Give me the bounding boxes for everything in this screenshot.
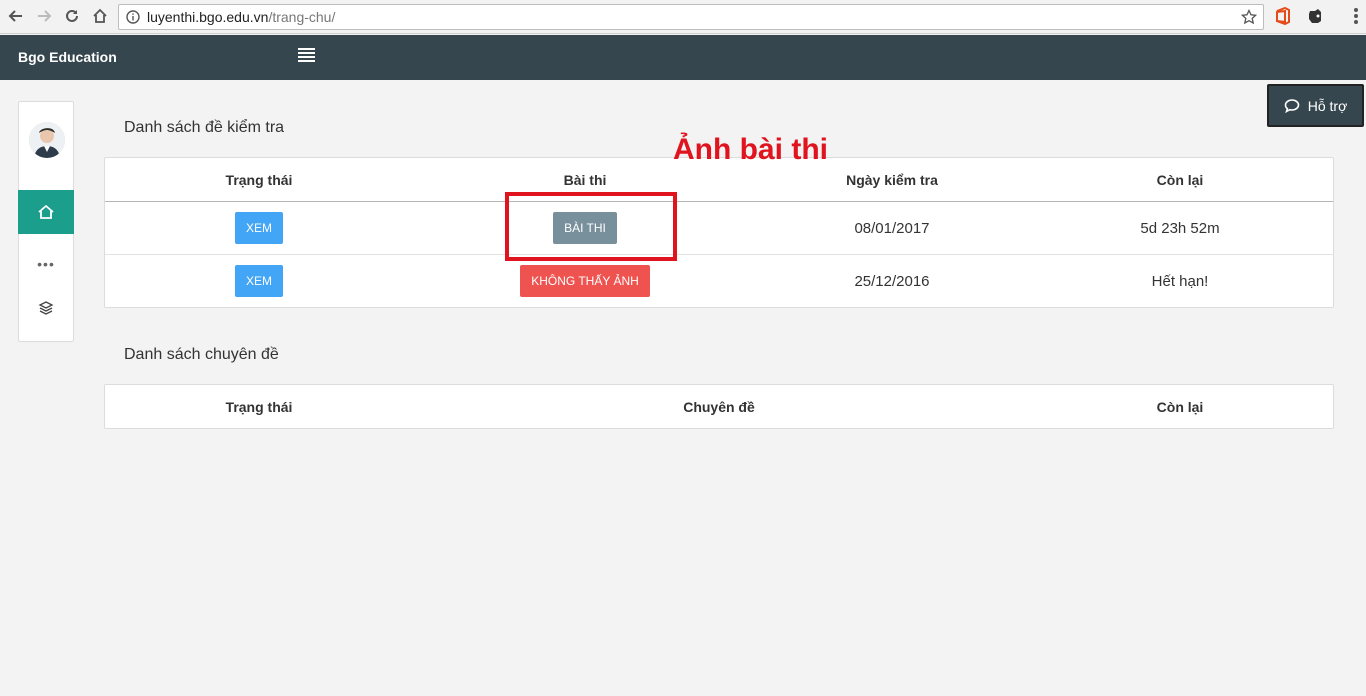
hamburger-menu-icon[interactable] [298, 48, 315, 62]
forward-button[interactable] [34, 6, 54, 26]
support-button[interactable]: Hỗ trợ [1267, 84, 1364, 127]
support-label: Hỗ trợ [1307, 97, 1348, 114]
url-path: /trang-chu/ [268, 9, 336, 25]
more-dots-icon: ••• [37, 256, 55, 272]
col-header-remaining: Còn lại [1156, 172, 1204, 188]
arrow-left-icon [8, 10, 22, 22]
back-button[interactable] [6, 6, 26, 26]
remaining-cell: 5d 23h 52m [1140, 219, 1220, 237]
url-text: luyenthi.bgo.edu.vn/trang-chu/ [147, 5, 335, 29]
user-avatar-image [29, 122, 65, 158]
office-extension-icon[interactable] [1274, 7, 1292, 25]
view-button[interactable]: XEM [234, 265, 283, 297]
star-icon[interactable] [1241, 9, 1257, 25]
address-bar[interactable]: luyenthi.bgo.edu.vn/trang-chu/ [118, 4, 1264, 30]
col-header-remaining: Còn lại [1156, 399, 1204, 415]
evernote-extension-icon[interactable] [1306, 7, 1324, 25]
chat-bubble-icon [1284, 98, 1300, 113]
table-row: XEM KHÔNG THẤY ẢNH 25/12/2016 Hết hạn! [105, 254, 1333, 307]
home-icon [38, 204, 54, 219]
reload-button[interactable] [62, 6, 82, 26]
annotation-highlight-box [505, 192, 677, 261]
date-cell: 25/12/2016 [854, 272, 930, 290]
status-cell: XEM [159, 255, 359, 307]
avatar[interactable] [29, 122, 65, 158]
col-header-status: Trạng thái [225, 172, 293, 188]
col-header-status: Trạng thái [225, 399, 293, 415]
view-button[interactable]: XEM [234, 212, 283, 244]
app-header: Bgo Education [0, 35, 1366, 80]
reload-icon [66, 9, 78, 22]
table-row: XEM BÀI THI 08/01/2017 5d 23h 52m [105, 201, 1333, 254]
remaining-cell: Hết hạn! [1151, 272, 1209, 290]
layers-icon [38, 301, 54, 315]
sidebar: ••• [18, 101, 74, 342]
home-button[interactable] [90, 6, 110, 26]
url-host: luyenthi.bgo.edu.vn [147, 9, 269, 25]
brand-name[interactable]: Bgo Education [18, 49, 117, 65]
exam-list-title: Danh sách đề kiểm tra [124, 119, 285, 136]
arrow-right-icon [38, 10, 52, 22]
status-cell: XEM [159, 202, 359, 254]
exam-cell: KHÔNG THẤY ẢNH [485, 255, 685, 307]
sidebar-item-layers[interactable] [19, 298, 73, 318]
sidebar-item-more[interactable]: ••• [19, 254, 73, 274]
browser-toolbar: luyenthi.bgo.edu.vn/trang-chu/ [0, 0, 1366, 34]
annotation-label: Ảnh bài thi [673, 133, 828, 166]
col-header-topic: Chuyên đề [683, 399, 755, 415]
house-icon [93, 8, 107, 23]
sidebar-item-home[interactable] [18, 190, 74, 234]
topic-table: Trạng thái Chuyên đề Còn lại [104, 384, 1334, 429]
topic-list-title: Danh sách chuyên đề [124, 346, 279, 363]
exam-table: Trạng thái Bài thi Ngày kiểm tra Còn lại… [104, 157, 1334, 308]
info-icon[interactable] [126, 10, 140, 24]
image-missing-button[interactable]: KHÔNG THẤY ẢNH [520, 265, 650, 297]
date-cell: 08/01/2017 [854, 219, 930, 237]
browser-menu-icon[interactable] [1354, 8, 1358, 24]
